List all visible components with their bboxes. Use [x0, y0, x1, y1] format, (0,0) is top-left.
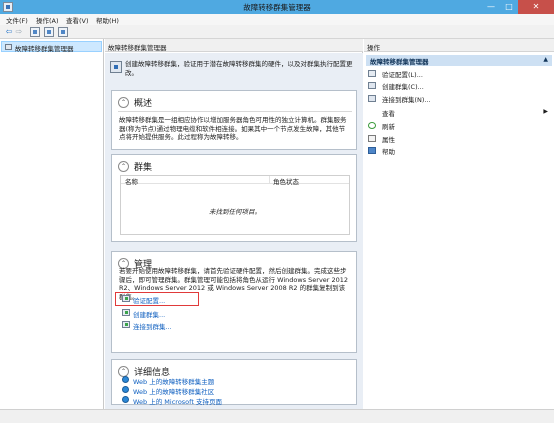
action-properties[interactable]: 属性: [368, 134, 552, 144]
maximize-button[interactable]: □: [500, 0, 518, 14]
action-validate-configuration[interactable]: 验证配置(L)...: [368, 69, 552, 79]
cluster-manager-icon: [5, 44, 12, 50]
tree-item-failover-cluster-manager[interactable]: 故障转移群集管理器: [1, 41, 102, 53]
menu-action[interactable]: 操作(A): [36, 15, 59, 25]
action-label: 连接到群集(N)...: [382, 96, 431, 104]
horizontal-scrollbar[interactable]: [364, 410, 554, 423]
action-label: 属性: [382, 136, 395, 144]
action-label: 创建群集(C)...: [382, 83, 424, 91]
menu-help[interactable]: 帮助(H): [96, 15, 119, 25]
action-label: 帮助: [382, 148, 395, 156]
action-help[interactable]: 帮助: [368, 146, 552, 156]
collapse-clusters-icon[interactable]: ⌃: [118, 161, 129, 172]
actions-section-title: 故障转移群集管理器: [370, 58, 429, 66]
overview-text: 故障转移群集是一组相应协作以增加服务器角色可用性的独立计算机。群集服务器(称为节…: [119, 116, 347, 141]
web-icon: [122, 386, 129, 393]
web-icon: [122, 376, 129, 383]
action-label: 验证配置(L)...: [382, 71, 423, 79]
actions-header: 操作: [364, 39, 554, 52]
collapse-up-icon[interactable]: ▲: [543, 56, 548, 63]
toolbar: ⇦ ⇨: [0, 25, 554, 39]
refresh-icon: [368, 122, 376, 129]
create-cluster-icon: [368, 82, 376, 89]
menu-file[interactable]: 文件(F): [6, 15, 28, 25]
microsoft-support-label[interactable]: Web 上的 Microsoft 支持页面: [133, 396, 222, 406]
action-refresh[interactable]: 刷新: [368, 121, 552, 131]
properties-icon: [368, 135, 376, 142]
web-icon: [122, 396, 129, 403]
action-label: 查看: [382, 110, 395, 118]
action-connect-cluster[interactable]: 连接到群集(N)...: [368, 94, 552, 104]
intro-text: 创建故障转移群集，验证用于潜在故障转移群集的硬件，以及对群集执行配置更改。: [125, 60, 353, 77]
column-role-status[interactable]: 角色状态: [273, 176, 299, 186]
action-create-cluster[interactable]: 创建群集(C)...: [368, 81, 552, 91]
actions-pane: 操作 故障转移群集管理器 ▲ 验证配置(L)... 创建群集(C)... 连接到…: [364, 39, 554, 409]
actions-section-header[interactable]: 故障转移群集管理器 ▲: [366, 55, 552, 66]
create-cluster-icon: [122, 309, 130, 316]
column-name[interactable]: 名称: [125, 176, 138, 186]
minimize-button[interactable]: —: [482, 0, 500, 14]
management-panel: ⌃ 管理 若要开始使用故障转移群集，请首先验证硬件配置，然后创建群集。完成这些步…: [111, 251, 357, 353]
action-view[interactable]: 查看 ▶: [368, 108, 552, 118]
tree-item-label: 故障转移群集管理器: [15, 45, 74, 53]
show-hide-tree-icon[interactable]: [30, 27, 40, 37]
forward-arrow-icon[interactable]: ⇨: [14, 27, 24, 37]
details-panel: ⌃ 详细信息 Web 上的故障转移群集主题 Web 上的故障转移群集社区 Web…: [111, 359, 357, 406]
action-label: 刷新: [382, 123, 395, 131]
cluster-manager-icon: [110, 61, 122, 73]
show-hide-actions-icon[interactable]: [58, 27, 68, 37]
web-community-label[interactable]: Web 上的故障转移群集社区: [133, 386, 214, 396]
divider: [118, 111, 352, 112]
status-bar: [0, 409, 554, 423]
window-title: 故障转移群集管理器: [243, 3, 311, 12]
clusters-list[interactable]: 名称 角色状态 未找到任何项目。: [120, 175, 350, 235]
collapse-overview-icon[interactable]: ⌃: [118, 97, 129, 108]
title-bar: 故障转移群集管理器 — □ ✕: [0, 0, 554, 14]
center-header-title: 故障转移群集管理器: [108, 44, 167, 52]
web-topics-label[interactable]: Web 上的故障转移群集主题: [133, 376, 214, 386]
connect-cluster-icon: [368, 95, 376, 102]
center-body[interactable]: 创建故障转移群集，验证用于潜在故障转移群集的硬件，以及对群集执行配置更改。 ⌃ …: [105, 53, 363, 409]
connect-cluster-icon: [122, 321, 130, 328]
empty-message: 未找到任何项目。: [209, 208, 261, 216]
menu-bar: 文件(F) 操作(A) 查看(V) 帮助(H): [0, 14, 554, 25]
help-icon[interactable]: [44, 27, 54, 37]
clusters-title: 群集: [134, 163, 153, 173]
menu-view[interactable]: 查看(V): [66, 15, 89, 25]
help-icon: [368, 147, 376, 154]
center-header: 故障转移群集管理器: [105, 39, 363, 52]
overview-panel: ⌃ 概述 故障转移群集是一组相应协作以增加服务器角色可用性的独立计算机。群集服务…: [111, 90, 357, 150]
tree-pane: 故障转移群集管理器: [0, 39, 104, 409]
list-header: 名称 角色状态: [121, 176, 349, 186]
highlight-box: [115, 292, 199, 306]
create-cluster-label[interactable]: 创建群集...: [133, 309, 165, 319]
overview-title: 概述: [134, 99, 153, 109]
column-separator[interactable]: [269, 176, 270, 184]
center-pane: 故障转移群集管理器 创建故障转移群集，验证用于潜在故障转移群集的硬件，以及对群集…: [105, 39, 363, 409]
connect-cluster-label[interactable]: 连接到群集...: [133, 321, 172, 331]
clusters-panel: ⌃ 群集 名称 角色状态 未找到任何项目。: [111, 154, 357, 242]
actions-header-title: 操作: [367, 44, 380, 52]
close-button[interactable]: ✕: [518, 0, 554, 14]
back-arrow-icon[interactable]: ⇦: [4, 27, 14, 37]
validate-icon: [368, 70, 376, 77]
submenu-arrow-icon: ▶: [543, 108, 548, 115]
